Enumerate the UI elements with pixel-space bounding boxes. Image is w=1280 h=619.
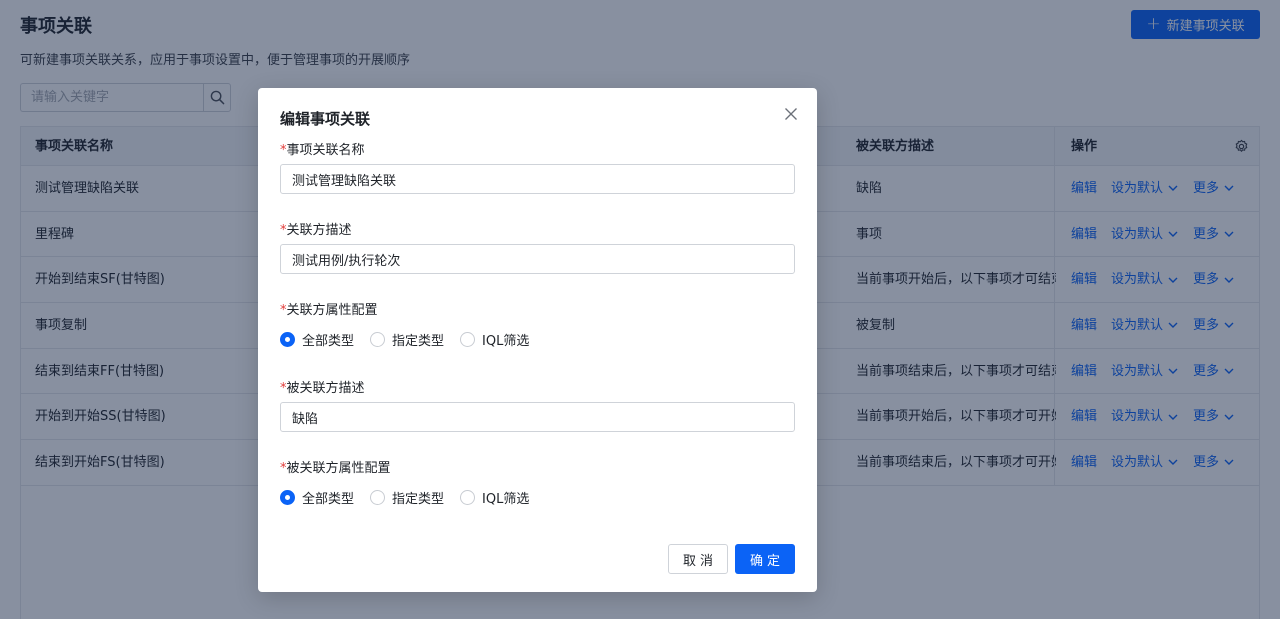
name-label: *事项关联名称 — [280, 143, 365, 158]
close-icon[interactable] — [783, 106, 799, 122]
dialog-title: 编辑事项关联 — [280, 110, 371, 128]
target-radio-iql-filter[interactable]: IQL筛选 — [460, 488, 529, 507]
confirm-button[interactable]: 确定 — [735, 544, 795, 574]
edit-relation-dialog: 编辑事项关联 *事项关联名称 *关联方描述 *关联方属性配置 全部类型 指定类型… — [258, 88, 817, 592]
radio-dot — [280, 490, 295, 505]
radio-dot — [370, 332, 386, 347]
target-radio-all-types[interactable]: 全部类型 — [280, 488, 354, 507]
target-desc-field[interactable] — [280, 402, 795, 432]
source-desc-field[interactable] — [280, 244, 795, 274]
source-config-radio-group: 全部类型 指定类型 IQL筛选 — [280, 330, 529, 349]
radio-dot — [370, 490, 386, 505]
source-config-label: *关联方属性配置 — [280, 303, 378, 318]
radio-dot — [280, 332, 295, 347]
source-desc-label: *关联方描述 — [280, 223, 352, 238]
target-config-label: *被关联方属性配置 — [280, 461, 391, 476]
source-radio-iql-filter[interactable]: IQL筛选 — [460, 330, 529, 349]
name-field[interactable] — [280, 164, 795, 194]
source-radio-specified-types[interactable]: 指定类型 — [370, 330, 444, 349]
radio-dot — [460, 490, 476, 505]
target-desc-label: *被关联方描述 — [280, 381, 365, 396]
source-radio-all-types[interactable]: 全部类型 — [280, 330, 354, 349]
target-config-radio-group: 全部类型 指定类型 IQL筛选 — [280, 488, 529, 507]
target-radio-specified-types[interactable]: 指定类型 — [370, 488, 444, 507]
cancel-button[interactable]: 取消 — [668, 544, 728, 574]
radio-dot — [460, 332, 476, 347]
